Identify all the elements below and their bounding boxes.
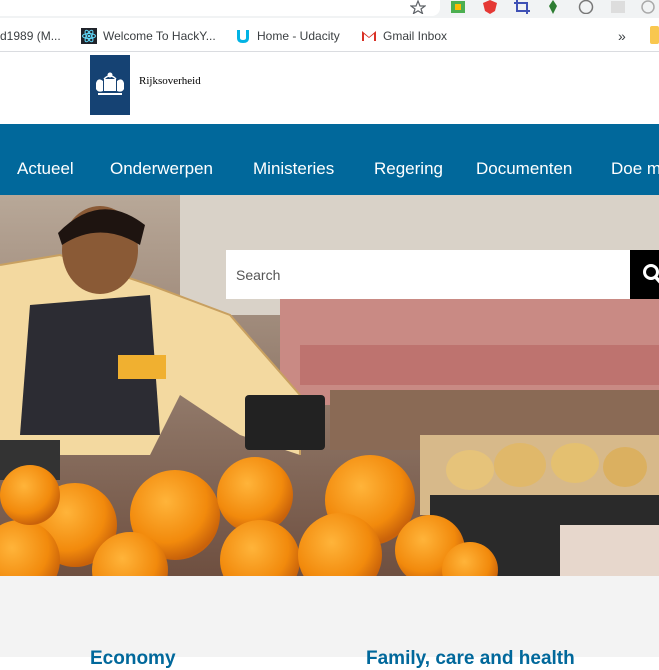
bookmark-label: Welcome To HackY... <box>103 29 216 43</box>
search-button[interactable] <box>630 250 659 299</box>
overflow-chevron-icon: » <box>618 28 626 44</box>
bookmark-item[interactable]: d1989 (M... <box>0 27 61 45</box>
topics-section: Economy Family, care and health <box>0 576 659 657</box>
bookmark-item[interactable]: Gmail Inbox <box>361 27 447 45</box>
nav-item-ministeries[interactable]: Ministeries <box>253 159 334 179</box>
topic-title-economy[interactable]: Economy <box>90 648 176 670</box>
coat-of-arms-icon <box>90 55 130 115</box>
nav-item-actueel[interactable]: Actueel <box>17 159 74 179</box>
react-atom-icon <box>81 28 97 44</box>
browser-toolbar <box>0 0 659 18</box>
search-input[interactable] <box>226 250 630 299</box>
bookmarks-overflow-button[interactable]: » <box>618 27 626 45</box>
grid-extension-icon[interactable] <box>610 0 626 14</box>
bookmark-item[interactable]: Home - Udacity <box>235 27 340 45</box>
logo-text[interactable]: Rijksoverheid <box>139 75 201 87</box>
main-navigation: Actueel Onderwerpen Ministeries Regering… <box>0 124 659 195</box>
bookmark-label: d1989 (M... <box>0 29 61 43</box>
nav-item-regering[interactable]: Regering <box>374 159 443 179</box>
government-logo[interactable] <box>90 55 130 115</box>
profile-extension-icon[interactable] <box>578 0 594 14</box>
pin-extension-icon[interactable] <box>545 0 561 14</box>
nav-item-documenten[interactable]: Documenten <box>476 159 572 179</box>
bookmarks-bar: d1989 (M... Welcome To HackY... Home - U… <box>0 18 659 52</box>
star-icon[interactable] <box>410 0 426 14</box>
bookmark-label: Home - Udacity <box>257 29 340 43</box>
gmail-icon <box>361 28 377 44</box>
udacity-icon <box>235 28 251 44</box>
nav-item-onderwerpen[interactable]: Onderwerpen <box>110 159 213 179</box>
drive-extension-icon[interactable] <box>450 0 466 14</box>
search-icon <box>630 250 659 299</box>
hero-banner <box>0 195 659 576</box>
bookmark-label: Gmail Inbox <box>383 29 447 43</box>
circle-extension-icon[interactable] <box>640 0 656 14</box>
site-header: Rijksoverheid <box>0 53 659 124</box>
crop-extension-icon[interactable] <box>514 0 530 14</box>
address-bar[interactable] <box>0 0 440 16</box>
nav-item-doe-mee[interactable]: Doe m <box>611 159 659 179</box>
bookmark-item[interactable]: Welcome To HackY... <box>81 27 216 45</box>
topic-title-family[interactable]: Family, care and health <box>366 648 575 670</box>
folder-icon[interactable] <box>650 26 659 44</box>
shield-extension-icon[interactable] <box>482 0 498 14</box>
